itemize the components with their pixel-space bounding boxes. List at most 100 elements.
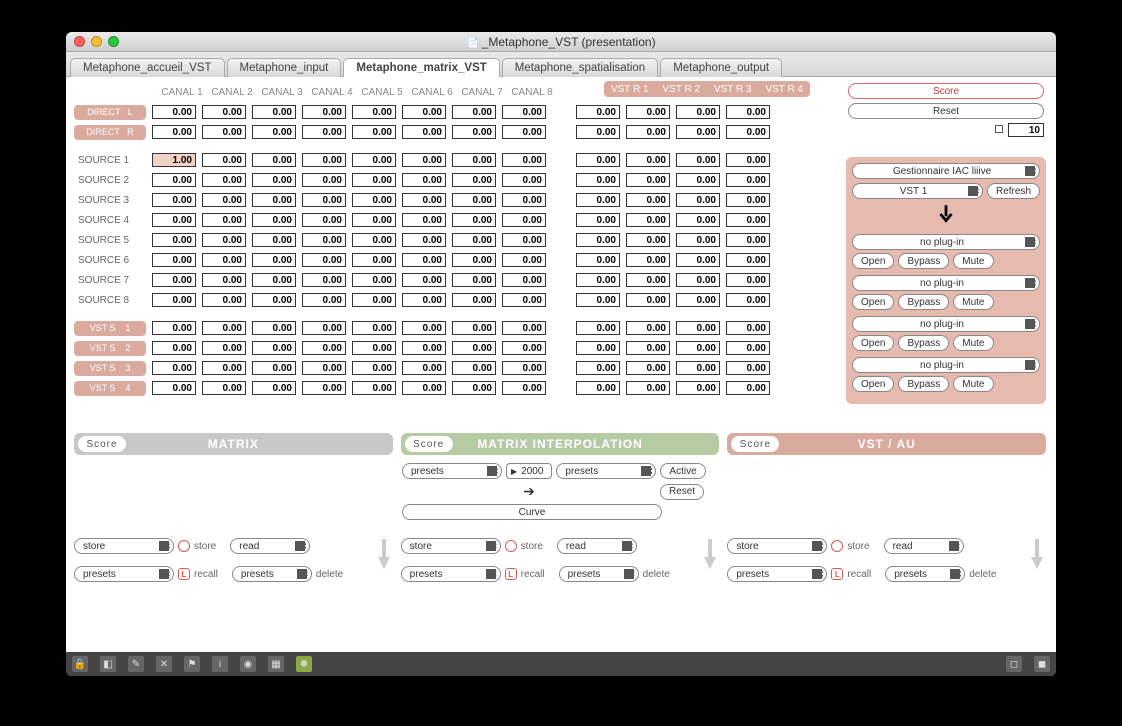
matrix-vcell[interactable]: 0.00 (676, 341, 720, 355)
matrix-cell[interactable]: 0.00 (352, 173, 396, 187)
matrix-cell[interactable]: 0.00 (352, 213, 396, 227)
info-icon[interactable]: i (212, 656, 228, 672)
plugin-select[interactable]: no plug-in▴▾ (852, 234, 1040, 250)
matrix-vcell[interactable]: 0.00 (576, 193, 620, 207)
store-select[interactable]: store▴▾ (74, 538, 174, 554)
matrix-cell[interactable]: 0.00 (202, 153, 246, 167)
plugin-mute[interactable]: Mute (953, 376, 993, 392)
matrix-cell[interactable]: 0.00 (252, 213, 296, 227)
presets-select[interactable]: presets▴▾ (74, 566, 174, 582)
matrix-cell[interactable]: 0.00 (402, 361, 446, 375)
matrix-cell[interactable]: 0.00 (152, 253, 196, 267)
matrix-cell[interactable]: 0.00 (402, 105, 446, 119)
tab-1[interactable]: Metaphone_input (227, 58, 342, 77)
matrix-cell[interactable]: 0.00 (352, 253, 396, 267)
matrix-cell[interactable]: 0.00 (252, 361, 296, 375)
delete-label[interactable]: delete (316, 569, 343, 580)
matrix-vcell[interactable]: 0.00 (676, 193, 720, 207)
matrix-cell[interactable]: 0.00 (452, 293, 496, 307)
matrix-cell[interactable]: 1.00 (152, 153, 196, 167)
matrix-cell[interactable]: 0.00 (302, 173, 346, 187)
matrix-cell[interactable]: 0.00 (202, 233, 246, 247)
matrix-cell[interactable]: 0.00 (502, 193, 546, 207)
presets-select-2[interactable]: presets▴▾ (885, 566, 965, 582)
score-pill-interp[interactable]: Score (405, 436, 453, 452)
matrix-vcell[interactable]: 0.00 (676, 293, 720, 307)
matrix-cell[interactable]: 0.00 (302, 341, 346, 355)
matrix-vcell[interactable]: 0.00 (576, 381, 620, 395)
matrix-vcell[interactable]: 0.00 (726, 105, 770, 119)
matrix-cell[interactable]: 0.00 (352, 125, 396, 139)
matrix-vcell[interactable]: 0.00 (576, 293, 620, 307)
view-icon-1[interactable]: ◻ (1006, 656, 1022, 672)
matrix-cell[interactable]: 0.00 (452, 193, 496, 207)
play-icon[interactable] (995, 125, 1003, 133)
matrix-vcell[interactable]: 0.00 (726, 233, 770, 247)
matrix-cell[interactable]: 0.00 (252, 273, 296, 287)
matrix-cell[interactable]: 0.00 (202, 105, 246, 119)
matrix-vcell[interactable]: 0.00 (726, 293, 770, 307)
matrix-vcell[interactable]: 0.00 (726, 125, 770, 139)
matrix-cell[interactable]: 0.00 (252, 321, 296, 335)
matrix-vcell[interactable]: 0.00 (626, 341, 670, 355)
matrix-cell[interactable]: 0.00 (252, 293, 296, 307)
matrix-cell[interactable]: 0.00 (502, 381, 546, 395)
matrix-cell[interactable]: 0.00 (202, 213, 246, 227)
matrix-cell[interactable]: 0.00 (302, 293, 346, 307)
presets-select[interactable]: presets▴▾ (401, 566, 501, 582)
matrix-cell[interactable]: 0.00 (502, 253, 546, 267)
interp-curve[interactable]: Curve (402, 504, 662, 520)
plugin-mute[interactable]: Mute (953, 294, 993, 310)
matrix-cell[interactable]: 0.00 (302, 153, 346, 167)
grid-icon[interactable]: ▦ (268, 656, 284, 672)
store-select[interactable]: store▴▾ (401, 538, 501, 554)
matrix-cell[interactable]: 0.00 (202, 273, 246, 287)
matrix-vcell[interactable]: 0.00 (676, 213, 720, 227)
matrix-cell[interactable]: 0.00 (252, 125, 296, 139)
matrix-cell[interactable]: 0.00 (502, 293, 546, 307)
matrix-vcell[interactable]: 0.00 (576, 173, 620, 187)
matrix-vcell[interactable]: 0.00 (576, 213, 620, 227)
matrix-vcell[interactable]: 0.00 (626, 233, 670, 247)
matrix-cell[interactable]: 0.00 (452, 173, 496, 187)
matrix-cell[interactable]: 0.00 (202, 341, 246, 355)
iac-select[interactable]: Gestionnaire IAC liiive▴▾ (852, 163, 1040, 179)
matrix-cell[interactable]: 0.00 (502, 173, 546, 187)
plugin-select[interactable]: no plug-in▴▾ (852, 275, 1040, 291)
tab-4[interactable]: Metaphone_output (660, 58, 782, 77)
matrix-vcell[interactable]: 0.00 (726, 153, 770, 167)
matrix-cell[interactable]: 0.00 (502, 233, 546, 247)
plugin-open[interactable]: Open (852, 253, 894, 269)
matrix-cell[interactable]: 0.00 (152, 273, 196, 287)
zoom-icon[interactable] (108, 36, 119, 47)
matrix-cell[interactable]: 0.00 (502, 273, 546, 287)
matrix-cell[interactable]: 0.00 (352, 361, 396, 375)
matrix-cell[interactable]: 0.00 (402, 125, 446, 139)
matrix-vcell[interactable]: 0.00 (676, 253, 720, 267)
matrix-cell[interactable]: 0.00 (402, 381, 446, 395)
matrix-cell[interactable]: 0.00 (352, 341, 396, 355)
tool-icon-1[interactable]: ✎ (128, 656, 144, 672)
matrix-vcell[interactable]: 0.00 (676, 361, 720, 375)
matrix-cell[interactable]: 0.00 (402, 341, 446, 355)
delete-label[interactable]: delete (969, 569, 996, 580)
matrix-cell[interactable]: 0.00 (202, 253, 246, 267)
matrix-vcell[interactable]: 0.00 (626, 105, 670, 119)
matrix-cell[interactable]: 0.00 (352, 381, 396, 395)
matrix-vcell[interactable]: 0.00 (626, 273, 670, 287)
matrix-vcell[interactable]: 0.00 (576, 361, 620, 375)
matrix-cell[interactable]: 0.00 (452, 153, 496, 167)
matrix-vcell[interactable]: 0.00 (576, 321, 620, 335)
view-icon-2[interactable]: ◼ (1034, 656, 1050, 672)
presets-select-2[interactable]: presets▴▾ (232, 566, 312, 582)
matrix-vcell[interactable]: 0.00 (576, 273, 620, 287)
matrix-vcell[interactable]: 0.00 (726, 193, 770, 207)
matrix-cell[interactable]: 0.00 (302, 361, 346, 375)
matrix-cell[interactable]: 0.00 (202, 321, 246, 335)
minimize-icon[interactable] (91, 36, 102, 47)
matrix-cell[interactable]: 0.00 (252, 105, 296, 119)
matrix-vcell[interactable]: 0.00 (726, 173, 770, 187)
tool-icon-4[interactable]: ◉ (240, 656, 256, 672)
matrix-vcell[interactable]: 0.00 (576, 233, 620, 247)
matrix-vcell[interactable]: 0.00 (626, 173, 670, 187)
